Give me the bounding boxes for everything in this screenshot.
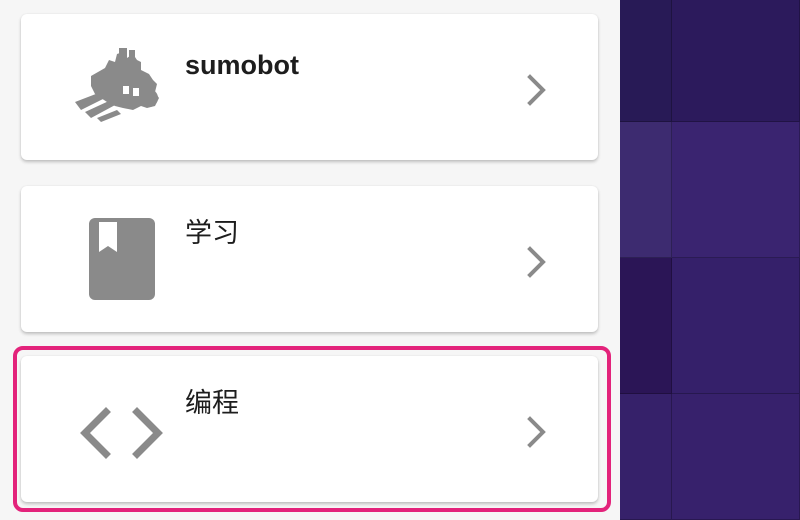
menu-item-label: 学习 (185, 218, 239, 248)
background-tile (620, 122, 672, 258)
menu-item-code[interactable]: 编程 (21, 356, 598, 502)
background-tile (620, 258, 672, 394)
book-icon (89, 218, 155, 300)
background-tile (620, 394, 672, 520)
background-tile (620, 0, 672, 122)
background-tile (672, 0, 800, 122)
menu-item-sumobot[interactable]: sumobot (21, 14, 598, 160)
chevron-right-icon (527, 416, 546, 448)
background-tile (672, 122, 800, 258)
menu-panel: sumobot 学习 编程 (0, 0, 620, 520)
menu-item-label: sumobot (185, 50, 299, 80)
chevron-right-icon (527, 246, 546, 278)
code-icon (80, 407, 163, 459)
background-pattern (620, 0, 800, 520)
background-tile (672, 258, 800, 394)
robot-icon (75, 48, 159, 122)
chevron-right-icon (527, 74, 546, 106)
menu-item-learn[interactable]: 学习 (21, 186, 598, 332)
background-tile (672, 394, 800, 520)
menu-item-label: 编程 (185, 388, 239, 418)
